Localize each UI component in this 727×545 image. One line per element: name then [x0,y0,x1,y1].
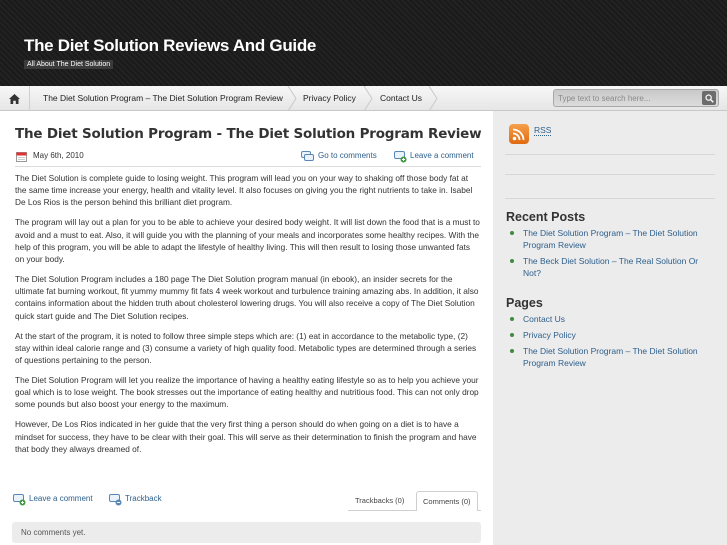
recent-posts-list: The Diet Solution Program – The Diet Sol… [510,227,710,283]
tab-trackbacks[interactable]: Trackbacks (0) [349,491,410,511]
site-title[interactable]: The Diet Solution Reviews And Guide [24,36,316,56]
nav-home-button[interactable] [0,86,30,111]
post-meta: May 6th, 2010 Go to comments Leave a com… [15,150,481,167]
nav-separator [287,86,297,111]
pages-list: Contact Us Privacy Policy The Diet Solut… [510,313,710,373]
post-paragraph: The Diet Solution Program will let you r… [15,375,479,410]
trackback-link[interactable]: Trackback [125,494,162,503]
page-link-contact-us[interactable]: Contact Us [510,313,710,325]
pages-title: Pages [506,296,543,310]
home-icon [9,93,20,104]
nav-item-contact-us[interactable]: Contact Us [380,86,422,111]
trackback-icon [109,494,122,506]
add-comment-icon [13,494,26,506]
no-comments-message: No comments yet. [12,522,481,543]
post-footer: Leave a comment Trackback [13,493,483,511]
page-link-privacy-policy[interactable]: Privacy Policy [510,329,710,341]
post-date: May 6th, 2010 [33,151,84,160]
comments-icon [301,151,314,161]
post-paragraph: The Diet Solution Program includes a 180… [15,274,479,321]
nav-separator [363,86,373,111]
site-description: All About The Diet Solution [24,60,114,69]
post-paragraph: The Diet Solution is complete guide to l… [15,173,473,208]
post-content: The Diet Solution is complete guide to l… [15,172,481,463]
calendar-icon [16,152,27,162]
page-link-program-review[interactable]: The Diet Solution Program – The Diet Sol… [510,345,710,369]
post-paragraph: The program will lay out a plan for you … [15,217,480,265]
leave-comment-link[interactable]: Leave a comment [410,151,474,160]
sidebar-divider [505,154,715,155]
go-to-comments-link[interactable]: Go to comments [318,151,377,160]
nav-item-privacy-policy[interactable]: Privacy Policy [303,86,356,111]
recent-post-link[interactable]: The Beck Diet Solution – The Real Soluti… [510,255,710,279]
post-title[interactable]: The Diet Solution Program - The Diet Sol… [15,126,482,142]
search-button[interactable] [702,91,716,105]
tab-comments[interactable]: Comments (0) [416,491,478,511]
recent-posts-title: Recent Posts [506,210,586,224]
rss-label[interactable]: RSS [534,125,552,136]
add-comment-icon [394,151,407,163]
sidebar-divider [505,174,715,175]
post-paragraph: At the start of the program, it is noted… [15,330,477,366]
recent-post-link[interactable]: The Diet Solution Program – The Diet Sol… [510,227,710,251]
search-icon [704,93,714,103]
search-box [553,89,719,107]
rss-icon [509,124,529,144]
nav-separator [428,86,438,111]
footer-leave-comment-link[interactable]: Leave a comment [29,494,93,503]
post-paragraph: However, De Los Rios indicated in her gu… [15,419,477,454]
site-header: The Diet Solution Reviews And Guide All … [0,0,727,86]
search-input[interactable] [556,91,696,105]
rss-link[interactable]: RSS [509,124,552,144]
sidebar-divider [505,198,715,199]
nav-item-program-review[interactable]: The Diet Solution Program – The Diet Sol… [43,86,283,111]
